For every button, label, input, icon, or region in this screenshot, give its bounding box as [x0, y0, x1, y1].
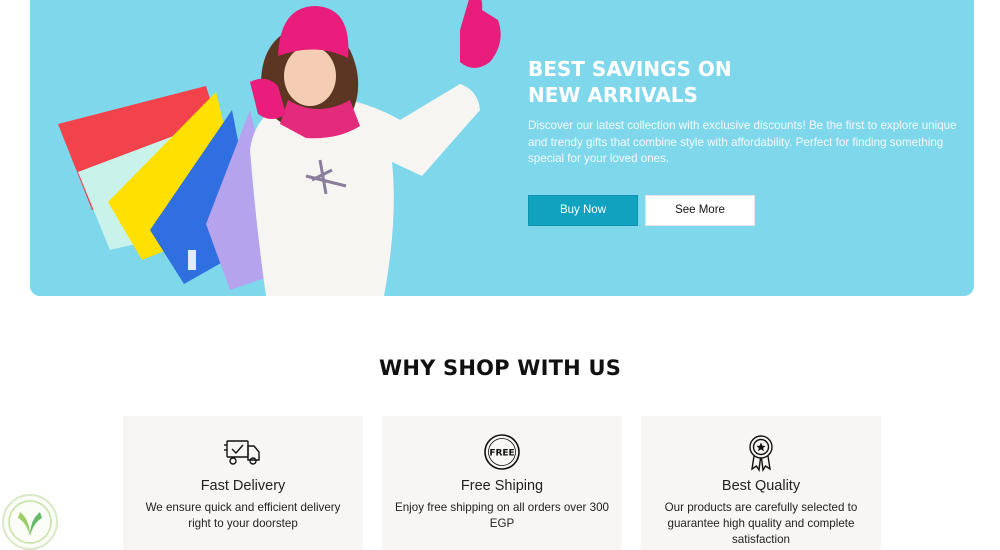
page: BEST SAVINGS ON NEW ARRIVALS Discover ou…: [0, 0, 1000, 550]
why-shop-title: WHY SHOP WITH US: [378, 356, 622, 380]
feature-description: Enjoy free shipping on all orders over 3…: [395, 501, 609, 530]
girl-mitten-right: [460, 0, 501, 68]
hero-text: BEST SAVINGS ON NEW ARRIVALS Discover ou…: [528, 56, 958, 226]
hero-title: BEST SAVINGS ON NEW ARRIVALS: [528, 56, 958, 108]
hero-buttons: Buy Now See More: [528, 194, 958, 226]
buy-now-button[interactable]: Buy Now: [528, 194, 638, 226]
hero-description: Discover our latest collection with excl…: [528, 119, 957, 165]
delivery-truck-icon: [224, 440, 260, 465]
feature-description: Our products are carefully selected to g…: [664, 501, 858, 546]
award-ribbon-icon: [749, 435, 773, 472]
feature-card-best-quality: Best Quality Our products are carefully …: [641, 416, 881, 550]
feature-description: We ensure quick and efficient delivery r…: [145, 501, 341, 530]
feature-card-free-shipping: FREE Free Shiping Enjoy free shipping on…: [382, 416, 622, 550]
see-more-button[interactable]: See More: [645, 194, 755, 226]
leaf-icon: [8, 500, 52, 544]
feature-title: Free Shiping: [460, 478, 544, 494]
hero-title-line-1: BEST SAVINGS ON: [528, 57, 732, 81]
feature-title: Fast Delivery: [200, 478, 286, 494]
feature-title: Best Quality: [721, 478, 801, 494]
feature-card-fast-delivery: Fast Delivery We ensure quick and effici…: [123, 416, 363, 550]
free-icon-text: FREE: [489, 449, 514, 459]
brand-logo-badge: [2, 494, 58, 550]
hero-title-line-2: NEW ARRIVALS: [528, 83, 698, 107]
hero-image: [58, 0, 501, 296]
hero-banner: BEST SAVINGS ON NEW ARRIVALS Discover ou…: [30, 0, 974, 296]
girl-face: [284, 46, 336, 106]
free-badge-icon: FREE: [484, 434, 520, 470]
